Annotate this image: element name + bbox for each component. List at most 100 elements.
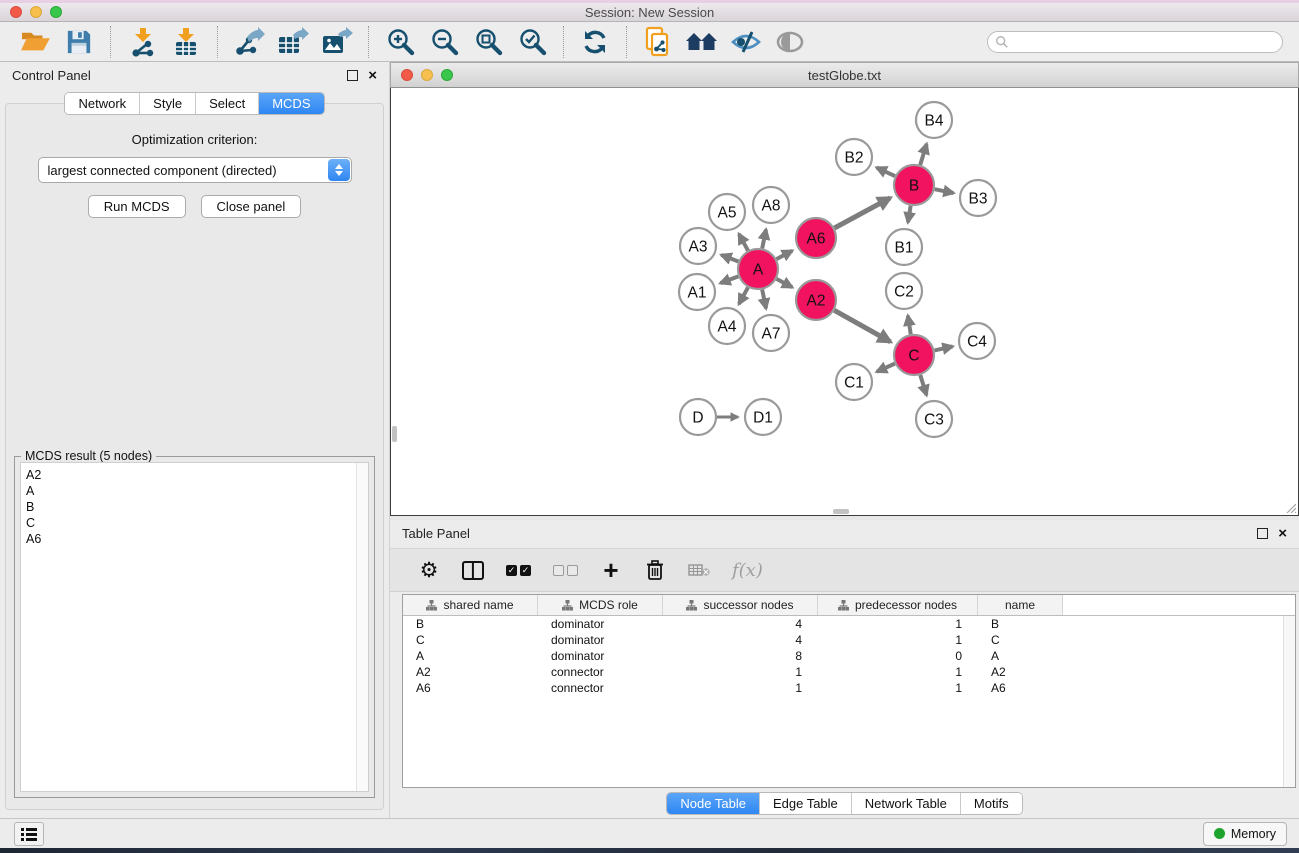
zoom-fit-icon[interactable] — [471, 26, 505, 58]
graph-node-A5[interactable]: A5 — [709, 194, 745, 230]
zoom-out-icon[interactable] — [427, 26, 461, 58]
cell-MCDS-role[interactable]: connector — [538, 665, 663, 679]
memory-button[interactable]: Memory — [1203, 822, 1287, 846]
tab-node-table[interactable]: Node Table — [667, 793, 760, 814]
edge-A2-C[interactable] — [834, 310, 890, 342]
cell-name[interactable]: C — [978, 633, 1063, 647]
tab-style[interactable]: Style — [140, 93, 196, 114]
cell-MCDS-role[interactable]: dominator — [538, 617, 663, 631]
result-item[interactable]: A6 — [26, 531, 356, 547]
result-item[interactable]: A — [26, 483, 356, 499]
close-panel-button[interactable]: Close panel — [201, 195, 302, 218]
graph-node-B4[interactable]: B4 — [916, 102, 952, 138]
edge-B-B1[interactable] — [908, 206, 911, 223]
eye-icon[interactable] — [773, 26, 807, 58]
network-canvas[interactable]: B4B2BB3A8A5A6A3B1AA1C2A2A4A7C4CC1DD1C3 — [390, 88, 1299, 516]
graph-node-B1[interactable]: B1 — [886, 229, 922, 265]
search-input[interactable] — [987, 31, 1283, 53]
result-item[interactable]: A2 — [26, 467, 356, 483]
tab-edge-table[interactable]: Edge Table — [760, 793, 852, 814]
edge-A-A3[interactable] — [721, 255, 738, 262]
graph-node-C1[interactable]: C1 — [836, 364, 872, 400]
show-columns-icon[interactable] — [462, 557, 484, 583]
edge-A-A4[interactable] — [739, 287, 748, 304]
select-all-columns-icon[interactable]: ✓✓ — [506, 557, 531, 583]
import-table-icon[interactable] — [169, 26, 203, 58]
float-table-panel-icon[interactable] — [1257, 528, 1268, 539]
cell-name[interactable]: B — [978, 617, 1063, 631]
edge-A-A8[interactable] — [762, 229, 766, 248]
tab-select[interactable]: Select — [196, 93, 259, 114]
graph-node-A8[interactable]: A8 — [753, 187, 789, 223]
tab-network[interactable]: Network — [65, 93, 140, 114]
edge-C-C1[interactable] — [877, 364, 895, 372]
table-row[interactable]: A2connector11A2 — [403, 664, 1295, 680]
close-table-panel-icon[interactable]: × — [1278, 528, 1287, 539]
graph-node-B2[interactable]: B2 — [836, 139, 872, 175]
duplicate-network-icon[interactable] — [641, 26, 675, 58]
tab-motifs[interactable]: Motifs — [961, 793, 1022, 814]
hide-eye-icon[interactable] — [729, 26, 763, 58]
export-table-icon[interactable] — [276, 26, 310, 58]
column-header-successor-nodes[interactable]: successor nodes — [663, 595, 818, 615]
edge-A-A7[interactable] — [762, 290, 766, 309]
cell-predecessor-nodes[interactable]: 0 — [818, 649, 978, 663]
export-network-icon[interactable] — [232, 26, 266, 58]
table-scrollbar[interactable] — [1283, 616, 1295, 787]
table-row[interactable]: Cdominator41C — [403, 632, 1295, 648]
cell-shared-name[interactable]: A6 — [403, 681, 538, 695]
cell-name[interactable]: A — [978, 649, 1063, 663]
open-session-icon[interactable] — [18, 26, 52, 58]
edge-B-B4[interactable] — [920, 144, 926, 165]
cell-predecessor-nodes[interactable]: 1 — [818, 681, 978, 695]
cell-shared-name[interactable]: A2 — [403, 665, 538, 679]
zoom-selected-icon[interactable] — [515, 26, 549, 58]
graph-node-B[interactable]: B — [894, 165, 934, 205]
table-row[interactable]: Adominator80A — [403, 648, 1295, 664]
edge-A-A6[interactable] — [777, 251, 793, 259]
graph-node-C[interactable]: C — [894, 335, 934, 375]
tab-network-table[interactable]: Network Table — [852, 793, 961, 814]
close-panel-icon[interactable]: × — [368, 70, 377, 81]
cell-successor-nodes[interactable]: 4 — [663, 617, 818, 631]
cell-successor-nodes[interactable]: 1 — [663, 665, 818, 679]
table-row[interactable]: A6connector11A6 — [403, 680, 1295, 696]
add-column-icon[interactable]: + — [600, 557, 622, 583]
result-item[interactable]: C — [26, 515, 356, 531]
graph-node-A2[interactable]: A2 — [796, 280, 836, 320]
table-settings-gear-icon[interactable]: ⚙ — [418, 557, 440, 583]
cell-successor-nodes[interactable]: 8 — [663, 649, 818, 663]
edge-C-C3[interactable] — [920, 375, 926, 395]
graph-node-A7[interactable]: A7 — [753, 315, 789, 351]
task-history-button[interactable] — [14, 822, 44, 846]
zoom-in-icon[interactable] — [383, 26, 417, 58]
cell-predecessor-nodes[interactable]: 1 — [818, 617, 978, 631]
graph-node-D1[interactable]: D1 — [745, 399, 781, 435]
graph-node-A1[interactable]: A1 — [679, 274, 715, 310]
refresh-icon[interactable] — [578, 26, 612, 58]
graph-node-A4[interactable]: A4 — [709, 308, 745, 344]
edge-C-C2[interactable] — [908, 316, 911, 335]
column-header-name[interactable]: name — [978, 595, 1063, 615]
cell-predecessor-nodes[interactable]: 1 — [818, 633, 978, 647]
edge-C-C4[interactable] — [934, 346, 952, 350]
edge-A-A1[interactable] — [720, 276, 738, 283]
column-header-MCDS-role[interactable]: MCDS role — [538, 595, 663, 615]
cell-MCDS-role[interactable]: dominator — [538, 649, 663, 663]
edge-B-B3[interactable] — [935, 189, 954, 193]
edge-A-A5[interactable] — [739, 234, 748, 251]
save-session-icon[interactable] — [62, 26, 96, 58]
edge-B-B2[interactable] — [877, 168, 895, 177]
cell-successor-nodes[interactable]: 1 — [663, 681, 818, 695]
edge-A-A2[interactable] — [777, 279, 793, 287]
result-item[interactable]: B — [26, 499, 356, 515]
cell-predecessor-nodes[interactable]: 1 — [818, 665, 978, 679]
column-header-shared-name[interactable]: shared name — [403, 595, 538, 615]
tab-mcds[interactable]: MCDS — [259, 93, 323, 114]
cell-shared-name[interactable]: B — [403, 617, 538, 631]
vertical-scroll-indicator[interactable] — [392, 426, 397, 442]
delete-column-icon[interactable] — [644, 557, 666, 583]
graph-node-A3[interactable]: A3 — [680, 228, 716, 264]
cell-name[interactable]: A2 — [978, 665, 1063, 679]
graph-node-D[interactable]: D — [680, 399, 716, 435]
